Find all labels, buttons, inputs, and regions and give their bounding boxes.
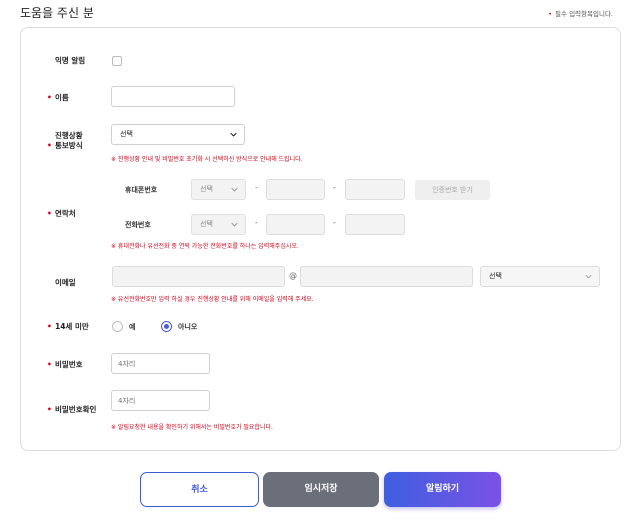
phone-last-input[interactable]: [345, 214, 405, 235]
dash-separator: -: [255, 183, 258, 192]
required-dot: •: [47, 141, 52, 150]
password-confirm-note: ※ 알림요청한 내용을 확인하기 위해서는 비밀번호가 필요합니다.: [111, 424, 273, 431]
chevron-down-icon: [231, 221, 238, 228]
email-domain-select[interactable]: 선택: [480, 266, 600, 287]
cancel-button[interactable]: 취소: [140, 472, 259, 507]
progress-notify-label: • 진행상황 통보방식: [47, 131, 83, 150]
chevron-down-icon: [585, 273, 592, 280]
progress-notify-select[interactable]: 선택: [111, 124, 245, 145]
phone-prefix-select-value: 선택: [200, 220, 213, 228]
email-label: 이메일: [55, 278, 76, 287]
save-draft-button[interactable]: 임시저장: [263, 472, 379, 507]
required-dot: •: [47, 322, 52, 331]
email-at-sign: @: [289, 271, 297, 280]
mobile-middle-input[interactable]: [266, 179, 325, 200]
phone-prefix-select[interactable]: 선택: [191, 214, 246, 235]
page-title: 도움을 주신 분: [20, 6, 94, 20]
chevron-down-icon: [231, 186, 238, 193]
mobile-last-input[interactable]: [345, 179, 405, 200]
form-card: 익명 알림 • 이름 • 진행상황 통보방식 선택 ※ 진행상황 안내 및 비밀번…: [20, 27, 621, 451]
mobile-label: 휴대폰번호: [125, 186, 158, 194]
name-input[interactable]: [111, 86, 235, 107]
progress-notify-select-value: 선택: [120, 130, 133, 138]
anonymous-label: 익명 알림: [55, 56, 86, 65]
required-note-text: 필수 입력항목입니다.: [555, 10, 613, 18]
phone-label: 전화번호: [125, 221, 151, 229]
under14-yes-label[interactable]: 예: [129, 322, 135, 332]
contact-note: ※ 휴대전화나 유선전화 중 연락 가능한 전화번호를 하나는 입력해주십시오.: [111, 243, 299, 250]
password-input[interactable]: [111, 353, 210, 374]
email-note: ※ 유선전화번호만 입력 하실 경우 진행상황 안내를 위해 이메일을 입력해 …: [111, 296, 314, 303]
password-confirm-label: • 비밀번호확인: [47, 405, 97, 414]
dash-separator: -: [333, 183, 336, 192]
password-label: • 비밀번호: [47, 360, 83, 369]
required-dot: •: [47, 405, 52, 414]
required-dot: •: [47, 360, 52, 369]
under14-label: • 14세 미만: [47, 322, 89, 331]
under14-no-label[interactable]: 아니오: [178, 322, 197, 332]
required-dot: •: [47, 93, 52, 102]
email-id-input[interactable]: [112, 266, 285, 287]
name-label: • 이름: [47, 93, 69, 102]
under14-yes-radio[interactable]: [112, 321, 123, 332]
email-domain-select-value: 선택: [489, 272, 502, 280]
email-domain-input[interactable]: [300, 266, 473, 287]
required-note: • 필수 입력항목입니다.: [548, 8, 613, 18]
required-dot: •: [47, 209, 52, 218]
phone-middle-input[interactable]: [266, 214, 325, 235]
dash-separator: -: [333, 218, 336, 227]
password-confirm-input[interactable]: [111, 390, 210, 411]
verify-code-button[interactable]: 인증번호 받기: [415, 180, 490, 200]
under14-no-radio[interactable]: [161, 321, 172, 332]
progress-notify-note: ※ 진행상황 안내 및 비밀번호 초기화 시 선택하신 방식으로 안내해 드립니…: [111, 156, 303, 163]
submit-button[interactable]: 알림하기: [384, 472, 501, 507]
mobile-prefix-select[interactable]: 선택: [191, 179, 246, 200]
anonymous-checkbox[interactable]: [112, 56, 122, 66]
mobile-prefix-select-value: 선택: [200, 185, 213, 193]
chevron-down-icon: [230, 131, 237, 138]
contact-label: • 연락처: [47, 209, 76, 218]
dash-separator: -: [255, 218, 258, 227]
required-dot: •: [548, 10, 553, 18]
